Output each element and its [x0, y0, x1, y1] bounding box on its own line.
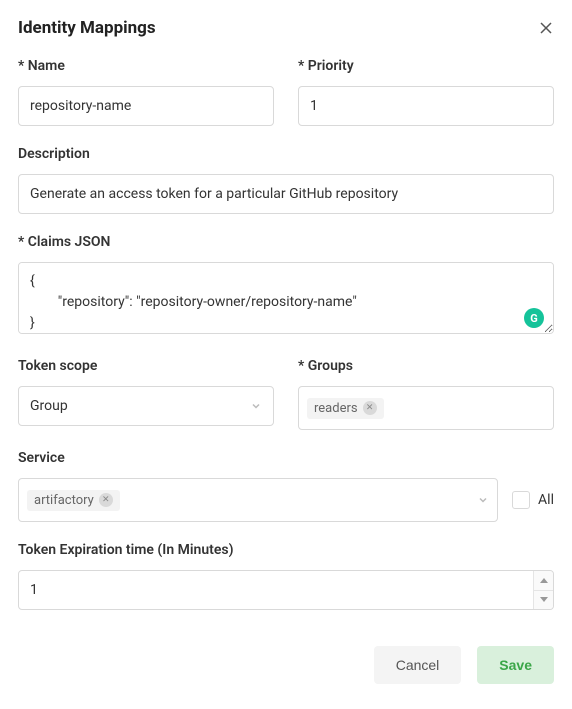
description-field-group: Description	[18, 146, 554, 214]
dialog-header: Identity Mappings	[18, 18, 554, 38]
service-tag: artifactory ✕	[27, 490, 120, 511]
description-input[interactable]	[18, 174, 554, 214]
group-tag: readers ✕	[307, 398, 384, 419]
chevron-down-icon	[477, 494, 489, 506]
name-input[interactable]	[18, 86, 274, 126]
service-select[interactable]: artifactory ✕	[18, 478, 498, 522]
groups-field-group: * Groups readers ✕	[298, 358, 554, 430]
save-button[interactable]: Save	[477, 646, 554, 684]
scope-value: Group	[30, 398, 68, 414]
name-field-group: * Name	[18, 58, 274, 126]
scope-select[interactable]: Group	[18, 386, 274, 426]
scope-field-group: Token scope Group	[18, 358, 274, 430]
group-tag-label: readers	[314, 401, 358, 416]
tag-remove-icon[interactable]: ✕	[363, 401, 377, 415]
groups-input[interactable]: readers ✕	[298, 386, 554, 430]
all-label: All	[538, 492, 554, 508]
spinner-down-button[interactable]	[534, 591, 553, 610]
service-tag-label: artifactory	[34, 493, 94, 508]
close-icon[interactable]	[538, 20, 554, 36]
description-label: Description	[18, 146, 554, 162]
expiration-input[interactable]	[18, 570, 554, 610]
cancel-button[interactable]: Cancel	[374, 646, 462, 684]
priority-label: * Priority	[298, 58, 554, 74]
all-checkbox[interactable]	[512, 491, 530, 509]
service-field-group: Service artifactory ✕ All	[18, 450, 554, 522]
tag-remove-icon[interactable]: ✕	[99, 493, 113, 507]
priority-field-group: * Priority	[298, 58, 554, 126]
priority-input[interactable]	[298, 86, 554, 126]
expiration-label: Token Expiration time (In Minutes)	[18, 542, 554, 558]
all-checkbox-group: All	[512, 491, 554, 509]
dialog-title: Identity Mappings	[18, 18, 156, 38]
chevron-down-icon	[250, 400, 262, 412]
groups-label: * Groups	[298, 358, 554, 374]
dialog-footer: Cancel Save	[18, 646, 554, 684]
scope-label: Token scope	[18, 358, 274, 374]
name-label: * Name	[18, 58, 274, 74]
claims-field-group: * Claims JSON { "repository": "repositor…	[18, 234, 554, 338]
claims-json-textarea[interactable]: { "repository": "repository-owner/reposi…	[18, 262, 554, 334]
claims-label: * Claims JSON	[18, 234, 554, 250]
expiration-field-group: Token Expiration time (In Minutes)	[18, 542, 554, 610]
spinner-up-button[interactable]	[534, 571, 553, 591]
service-label: Service	[18, 450, 554, 466]
